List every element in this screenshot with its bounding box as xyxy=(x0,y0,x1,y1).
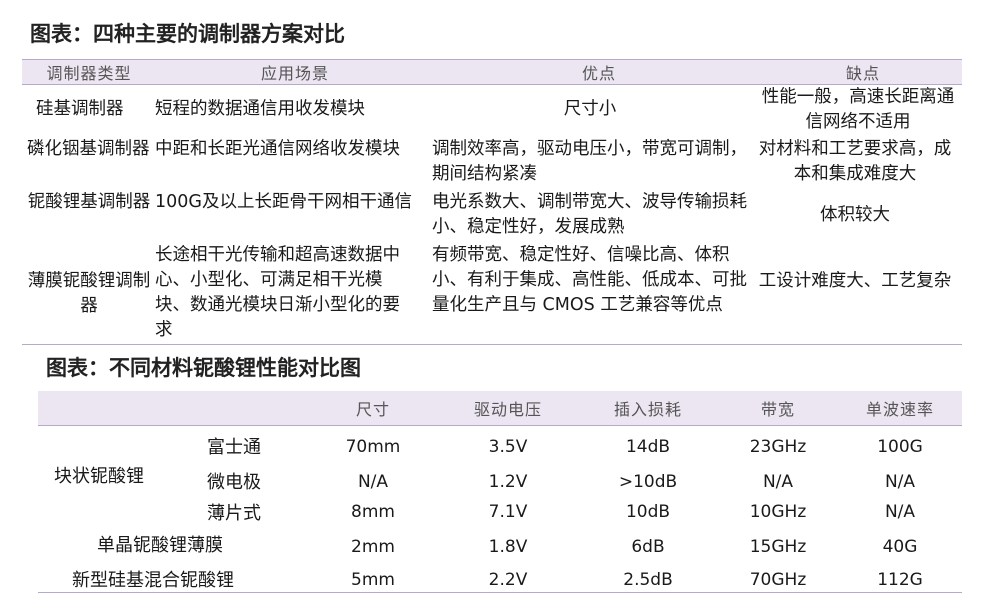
table1-header-type: 调制器类型 xyxy=(46,64,132,83)
table2-bottom-rule xyxy=(38,592,962,593)
table2-r5-rate: 112G xyxy=(877,570,923,590)
table2-r2-size: N/A xyxy=(357,472,389,492)
table1-r2-cons: 对材料和工艺要求高，成本和集成难度大 xyxy=(758,139,952,184)
table1-r4-scenario: 长途相干光传输和超高速数据中心、小型化、可满足相干光模块、数通光模块日渐小型化的… xyxy=(155,245,400,340)
table2-r1-rate: 100G xyxy=(877,437,923,457)
table2-r2-label: 微电极 xyxy=(207,472,261,493)
table1-header-cons: 缺点 xyxy=(845,64,880,83)
table1-r1-cons: 性能一般，高速长距离通信网络不适用 xyxy=(761,87,955,132)
table1-r1-type: 硅基调制器 xyxy=(36,99,124,119)
table1-r3-pros: 电光系数大、调制带宽大、波导传输损耗小、稳定性好，发展成熟 xyxy=(432,192,747,237)
table1-r1-pros: 尺寸小 xyxy=(563,99,617,119)
table2-r3-bandwidth: 10GHz xyxy=(749,502,807,522)
table1-r4-cons: 工设计难度大、工艺复杂 xyxy=(758,271,952,291)
table2-r5-bandwidth: 70GHz xyxy=(749,570,807,590)
table2-group-bulk-lithium-niobate: 块状铌酸锂 xyxy=(54,466,144,487)
table2-r4-loss: 6dB xyxy=(631,537,665,557)
table2-r2-rate: N/A xyxy=(884,472,916,492)
table1-r3-scenario: 100G及以上长距骨干网相干通信 xyxy=(155,192,412,212)
table1-header-scenario: 应用场景 xyxy=(260,64,329,83)
table2-r4-bandwidth: 15GHz xyxy=(749,537,807,557)
table2-r5-size: 5mm xyxy=(351,570,395,590)
table2-r5-loss: 2.5dB xyxy=(623,570,673,590)
table1-header-row: 调制器类型 应用场景 优点 缺点 xyxy=(22,59,962,85)
table2-header-bandwidth: 带宽 xyxy=(760,400,795,419)
table2-r1-label: 富士通 xyxy=(207,437,261,458)
table1-header-pros: 优点 xyxy=(581,64,616,83)
table2-r4-label: 单晶铌酸锂薄膜 xyxy=(97,535,223,556)
table2-r2-bandwidth: N/A xyxy=(762,472,794,492)
table2-r3-loss: 10dB xyxy=(625,502,671,522)
table2-r4-size: 2mm xyxy=(351,537,395,557)
table2-r3-voltage: 7.1V xyxy=(488,502,528,522)
table2-r1-size: 70mm xyxy=(345,437,401,457)
table2-title: 图表：不同材料铌酸锂性能对比图 xyxy=(46,356,361,380)
table2-r2-voltage: 1.2V xyxy=(488,472,528,492)
table1-r3-cons: 体积较大 xyxy=(820,205,890,225)
table1-title: 图表：四种主要的调制器方案对比 xyxy=(30,22,345,46)
table1-r1-scenario: 短程的数据通信用收发模块 xyxy=(155,99,365,119)
table2-r4-rate: 40G xyxy=(882,537,918,557)
table2-r1-voltage: 3.5V xyxy=(488,437,528,457)
table1-r3-type: 铌酸锂基调制器 xyxy=(27,192,151,212)
table2-header-loss: 插入损耗 xyxy=(613,400,682,419)
table2-r2-loss: >10dB xyxy=(618,472,678,492)
table1-bottom-rule xyxy=(22,344,962,345)
table2-header-voltage: 驱动电压 xyxy=(473,400,542,419)
table2-r3-size: 8mm xyxy=(351,502,395,522)
table2-r3-rate: N/A xyxy=(884,502,916,522)
table1-r4-type: 薄膜铌酸锂调制器 xyxy=(27,271,151,316)
table2-r5-voltage: 2.2V xyxy=(488,570,528,590)
table2-header-size: 尺寸 xyxy=(355,400,390,419)
table2-r5-label: 新型硅基混合铌酸锂 xyxy=(72,570,234,591)
table1-r2-type: 磷化铟基调制器 xyxy=(27,139,150,159)
table1-r2-pros: 调制效率高，驱动电压小，带宽可调制，期间结构紧凑 xyxy=(432,139,747,184)
table2-r1-bandwidth: 23GHz xyxy=(749,437,807,457)
table2-r4-voltage: 1.8V xyxy=(488,537,528,557)
table2-r3-label: 薄片式 xyxy=(207,503,261,524)
table2-header-row: 尺寸 驱动电压 插入损耗 带宽 单波速率 xyxy=(38,391,962,426)
table1-r4-pros: 有频带宽、稳定性好、信噪比高、体积小、有利于集成、高性能、低成本、可批量化生产且… xyxy=(432,245,747,315)
table2-header-rate: 单波速率 xyxy=(865,400,934,419)
table1-r2-scenario: 中距和长距光通信网络收发模块 xyxy=(155,139,400,159)
table2-r1-loss: 14dB xyxy=(625,437,671,457)
